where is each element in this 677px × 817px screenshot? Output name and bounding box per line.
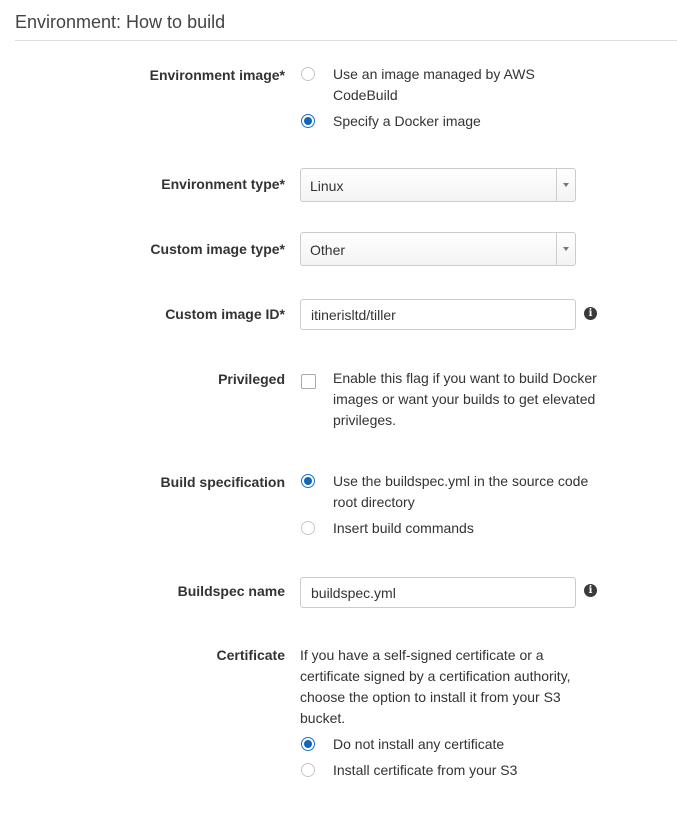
environment-image-label: Environment image* — [149, 67, 285, 83]
section-title: Environment: How to build — [15, 12, 226, 32]
custom-image-id-field[interactable] — [300, 299, 576, 330]
environment-type-value: Linux — [310, 178, 344, 194]
info-icon[interactable]: i — [584, 584, 597, 597]
dropdown-arrow-box — [556, 233, 575, 265]
radio-managed-image-label[interactable]: Use an image managed by AWS CodeBuild — [333, 64, 603, 106]
radio-docker-image-label[interactable]: Specify a Docker image — [333, 111, 603, 132]
custom-image-id-label: Custom image ID* — [165, 306, 285, 322]
radio-no-certificate-label[interactable]: Do not install any certificate — [333, 734, 603, 755]
chevron-down-icon — [563, 183, 569, 187]
build-specification-label: Build specification — [160, 474, 285, 490]
privileged-description: Enable this flag if you want to build Do… — [333, 370, 597, 428]
radio-no-certificate[interactable] — [301, 737, 315, 751]
radio-buildspec-file[interactable] — [301, 474, 315, 488]
environment-type-select[interactable]: Linux — [300, 168, 576, 202]
buildspec-name-label: Buildspec name — [177, 583, 285, 599]
buildspec-name-input[interactable] — [311, 585, 561, 601]
buildspec-name-field[interactable] — [300, 577, 576, 608]
certificate-description: If you have a self-signed certificate or… — [300, 647, 571, 726]
privileged-label: Privileged — [218, 371, 285, 387]
environment-type-label: Environment type* — [161, 176, 285, 192]
privileged-checkbox[interactable] — [301, 374, 316, 389]
certificate-label: Certificate — [216, 647, 285, 663]
custom-image-type-value: Other — [310, 242, 346, 258]
radio-insert-commands[interactable] — [301, 521, 315, 535]
chevron-down-icon — [563, 247, 569, 251]
dropdown-arrow-box — [556, 169, 575, 201]
radio-s3-certificate-label[interactable]: Install certificate from your S3 — [333, 760, 603, 781]
radio-docker-image[interactable] — [301, 114, 315, 128]
section-divider — [15, 40, 677, 41]
radio-managed-image[interactable] — [301, 67, 315, 81]
custom-image-id-input[interactable] — [311, 307, 561, 323]
radio-insert-commands-label[interactable]: Insert build commands — [333, 518, 603, 539]
radio-s3-certificate[interactable] — [301, 763, 315, 777]
custom-image-type-select[interactable]: Other — [300, 232, 576, 266]
info-icon[interactable]: i — [584, 307, 597, 320]
radio-buildspec-file-label[interactable]: Use the buildspec.yml in the source code… — [333, 471, 603, 513]
custom-image-type-label: Custom image type* — [150, 241, 285, 257]
